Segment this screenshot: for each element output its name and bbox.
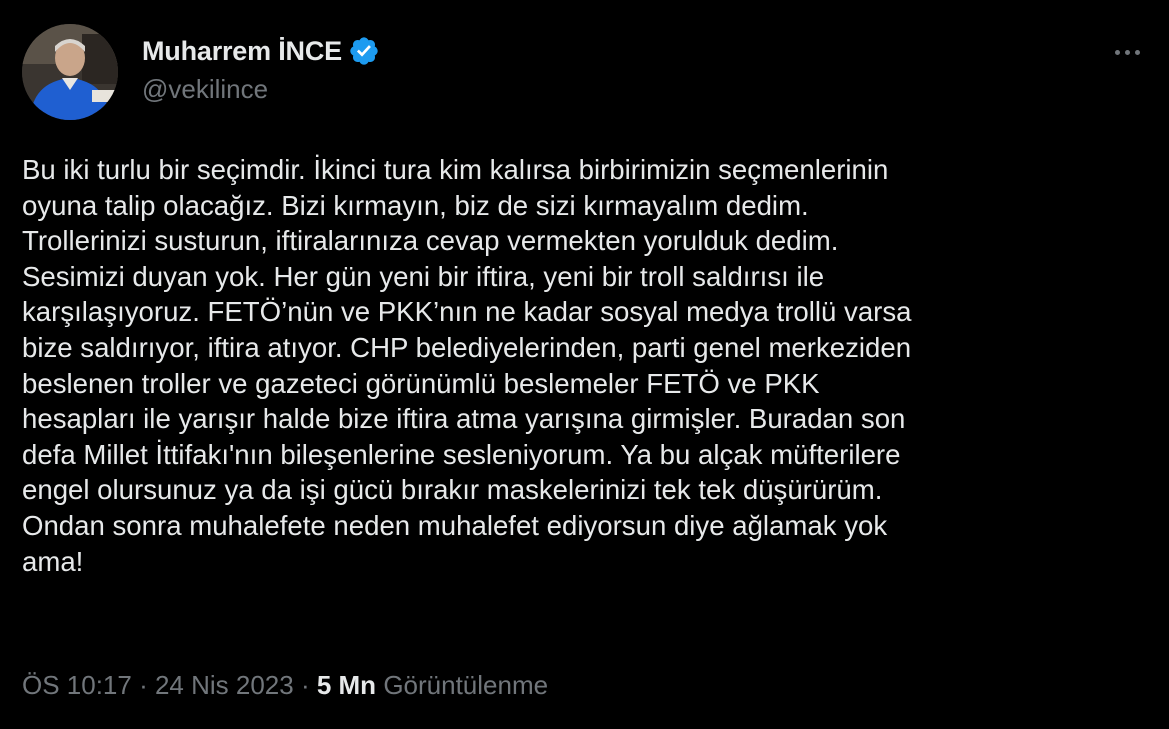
tweet-text-line: Trollerinizi susturun, iftiralarınıza ce… bbox=[22, 225, 839, 257]
author-display-name[interactable]: Muharrem İNCE bbox=[142, 36, 342, 67]
tweet-text-line: Sesimizi duyan yok. Her gün yeni bir ift… bbox=[22, 260, 825, 292]
views-count: 5 Mn bbox=[316, 670, 377, 700]
more-options-button[interactable] bbox=[1107, 40, 1147, 64]
tweet-meta: ÖS 10:17 · 24 Nis 2023 · 5 Mn Görüntülen… bbox=[22, 667, 548, 703]
tweet-text-line: Ondan sonra muhalefete neden muhalefet e… bbox=[22, 509, 888, 541]
avatar[interactable] bbox=[22, 24, 118, 120]
tweet-text-line: karşılaşıyoruz. FETÖ’nün ve PKK’nın ne k… bbox=[22, 296, 912, 328]
tweet-text-line: Bu iki turlu bir seçimdir. İkinci tura k… bbox=[22, 154, 889, 185]
tweet-text-line: hesapları ile yarışır halde bize iftira … bbox=[22, 403, 906, 435]
verified-badge-icon bbox=[350, 37, 378, 65]
profile-photo-icon bbox=[22, 24, 118, 120]
tweet-text-line: beslenen troller ve gazeteci görünümlü b… bbox=[22, 367, 820, 399]
meta-separator: · bbox=[131, 670, 155, 700]
tweet-text-line: bize saldırıyor, iftira atıyor. CHP bele… bbox=[22, 331, 912, 363]
author-name-row: Muharrem İNCE bbox=[142, 34, 380, 68]
tweet-time[interactable]: ÖS 10:17 bbox=[22, 670, 132, 700]
more-horizontal-icon bbox=[1114, 49, 1120, 55]
tweet-text-line: ama! bbox=[22, 545, 84, 577]
views-label: Görüntülenme bbox=[383, 670, 549, 700]
more-horizontal-icon bbox=[1134, 49, 1140, 55]
tweet-text: Bu iki turlu bir seçimdir. İkinci tura k… bbox=[22, 152, 1147, 579]
tweet-date[interactable]: 24 Nis 2023 bbox=[155, 670, 294, 700]
tweet-text-line: defa Millet İttifakı'nın bileşenlerine s… bbox=[22, 438, 901, 470]
more-horizontal-icon bbox=[1124, 49, 1130, 55]
author-handle[interactable]: @vekilince bbox=[142, 74, 268, 105]
tweet-card: Muharrem İNCE @vekilince Bu iki turlu bi… bbox=[0, 0, 1169, 729]
tweet-text-line: oyuna talip olacağız. Bizi kırmayın, biz… bbox=[22, 189, 809, 221]
meta-separator: · bbox=[293, 670, 317, 700]
tweet-text-line: engel olursunuz ya da işi gücü bırakır m… bbox=[22, 474, 883, 506]
